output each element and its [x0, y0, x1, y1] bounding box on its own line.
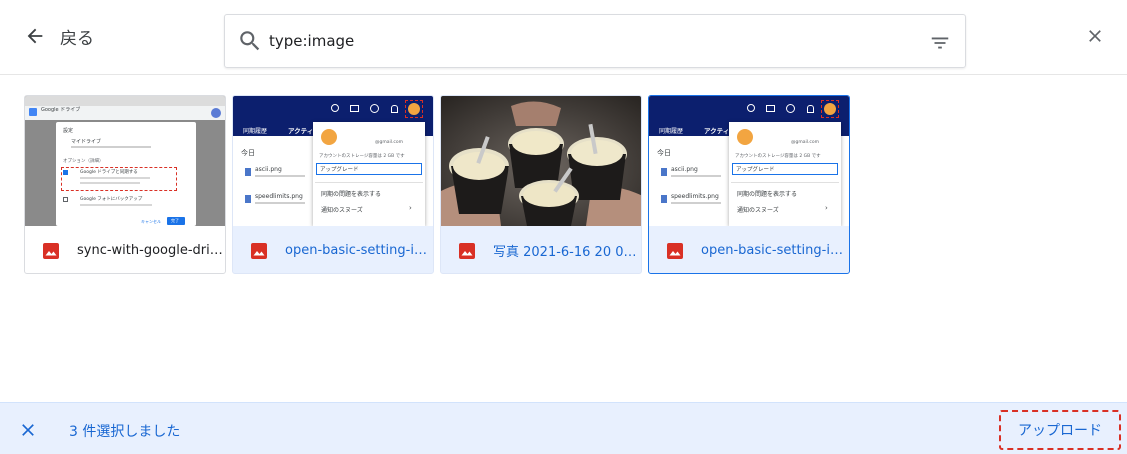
back-label: 戻る	[60, 28, 94, 49]
search-icon	[240, 31, 260, 51]
file-thumbnail: 同期履歴 アクティ 今日 ascii.png speedlimits.png @…	[649, 96, 849, 226]
thumb-tab1: 同期履歴	[659, 128, 684, 135]
photo-icon	[441, 96, 641, 226]
file-footer: open-basic-setting-in-...	[649, 226, 849, 273]
thumb-email: @gmail.com	[375, 140, 404, 145]
thumb-email: @gmail.com	[791, 140, 820, 145]
image-file-icon	[667, 242, 683, 259]
thumb-today: 今日	[657, 149, 671, 157]
file-card[interactable]: 同期履歴 アクティ 今日 ascii.png speedlimits.png @…	[648, 95, 850, 274]
drive-upload-dialog: 戻る Google ドライブ	[0, 0, 1127, 454]
thumb-today: 今日	[241, 149, 255, 157]
file-footer: sync-with-google-driv...	[25, 226, 225, 273]
close-selection-icon[interactable]	[18, 420, 38, 440]
arrow-left-icon	[27, 28, 43, 44]
thumb-tab2: アクティ	[704, 127, 730, 135]
thumb-cancel: キャンセル	[141, 219, 161, 224]
image-file-icon	[251, 242, 267, 259]
thumb-tab2: アクティ	[288, 127, 314, 135]
thumb-tab1: 同期履歴	[243, 128, 268, 135]
search-input[interactable]	[269, 27, 869, 55]
file-card[interactable]: Google ドライブ 設定 マイドライブ オプション（詳細） Google ド…	[24, 95, 226, 274]
filter-icon[interactable]	[929, 32, 951, 54]
thumb-notif: 通知のスヌーズ	[321, 207, 363, 214]
thumb-storage: アカウントのストレージ容量は 2 GB です	[319, 154, 405, 159]
file-name: sync-with-google-driv...	[77, 243, 225, 258]
file-footer: open-basic-setting-in-...	[233, 226, 433, 273]
thumb-options: オプション（詳細）	[63, 159, 104, 164]
close-icon[interactable]	[1085, 26, 1105, 46]
thumb-notif: 通知のスヌーズ	[737, 207, 779, 214]
back-button[interactable]: 戻る	[24, 22, 94, 50]
thumb-upgrade: アップグレード	[736, 167, 775, 173]
thumb-settings: 設定	[63, 128, 74, 134]
thumb-option1: Google ドライブと同期する	[80, 170, 138, 175]
thumb-show-issues: 同期の問題を表示する	[737, 191, 798, 198]
file-footer: 写真 2021-6-16 20 08 ...	[441, 226, 641, 273]
file-card[interactable]: 写真 2021-6-16 20 08 ...	[440, 95, 642, 274]
image-file-icon	[43, 242, 59, 259]
file-thumbnail: 同期履歴 アクティ 今日 ascii.png speedlimits.png @…	[233, 96, 433, 226]
thumb-storage: アカウントのストレージ容量は 2 GB です	[735, 154, 821, 159]
file-name: open-basic-setting-in-...	[285, 243, 433, 258]
thumb-upgrade: アップグレード	[320, 167, 359, 173]
thumb-mydrive: マイドライブ	[71, 139, 102, 145]
selection-count: 3 件選択しました	[69, 424, 181, 440]
upload-button[interactable]: アップロード	[999, 410, 1121, 450]
file-thumbnail	[441, 96, 641, 226]
file-name: 写真 2021-6-16 20 08 ...	[493, 245, 641, 260]
thumb-option2: Google フォトにバックアップ	[80, 197, 143, 202]
thumb-file2: speedlimits.png	[671, 193, 719, 200]
thumb-title: Google ドライブ	[41, 107, 81, 113]
selection-bar: 3 件選択しました アップロード	[0, 402, 1127, 454]
file-thumbnail: Google ドライブ 設定 マイドライブ オプション（詳細） Google ド…	[25, 96, 225, 226]
top-bar: 戻る	[0, 0, 1127, 75]
file-name: open-basic-setting-in-...	[701, 243, 849, 258]
search-box	[224, 14, 966, 68]
thumb-file2: speedlimits.png	[255, 193, 303, 200]
thumb-file1: ascii.png	[671, 166, 698, 173]
thumb-file1: ascii.png	[255, 166, 282, 173]
thumb-done: 完了	[171, 218, 179, 223]
image-file-icon	[459, 242, 475, 259]
thumb-show-issues: 同期の問題を表示する	[321, 191, 382, 198]
file-card[interactable]: 同期履歴 アクティ 今日 ascii.png speedlimits.png @…	[232, 95, 434, 274]
